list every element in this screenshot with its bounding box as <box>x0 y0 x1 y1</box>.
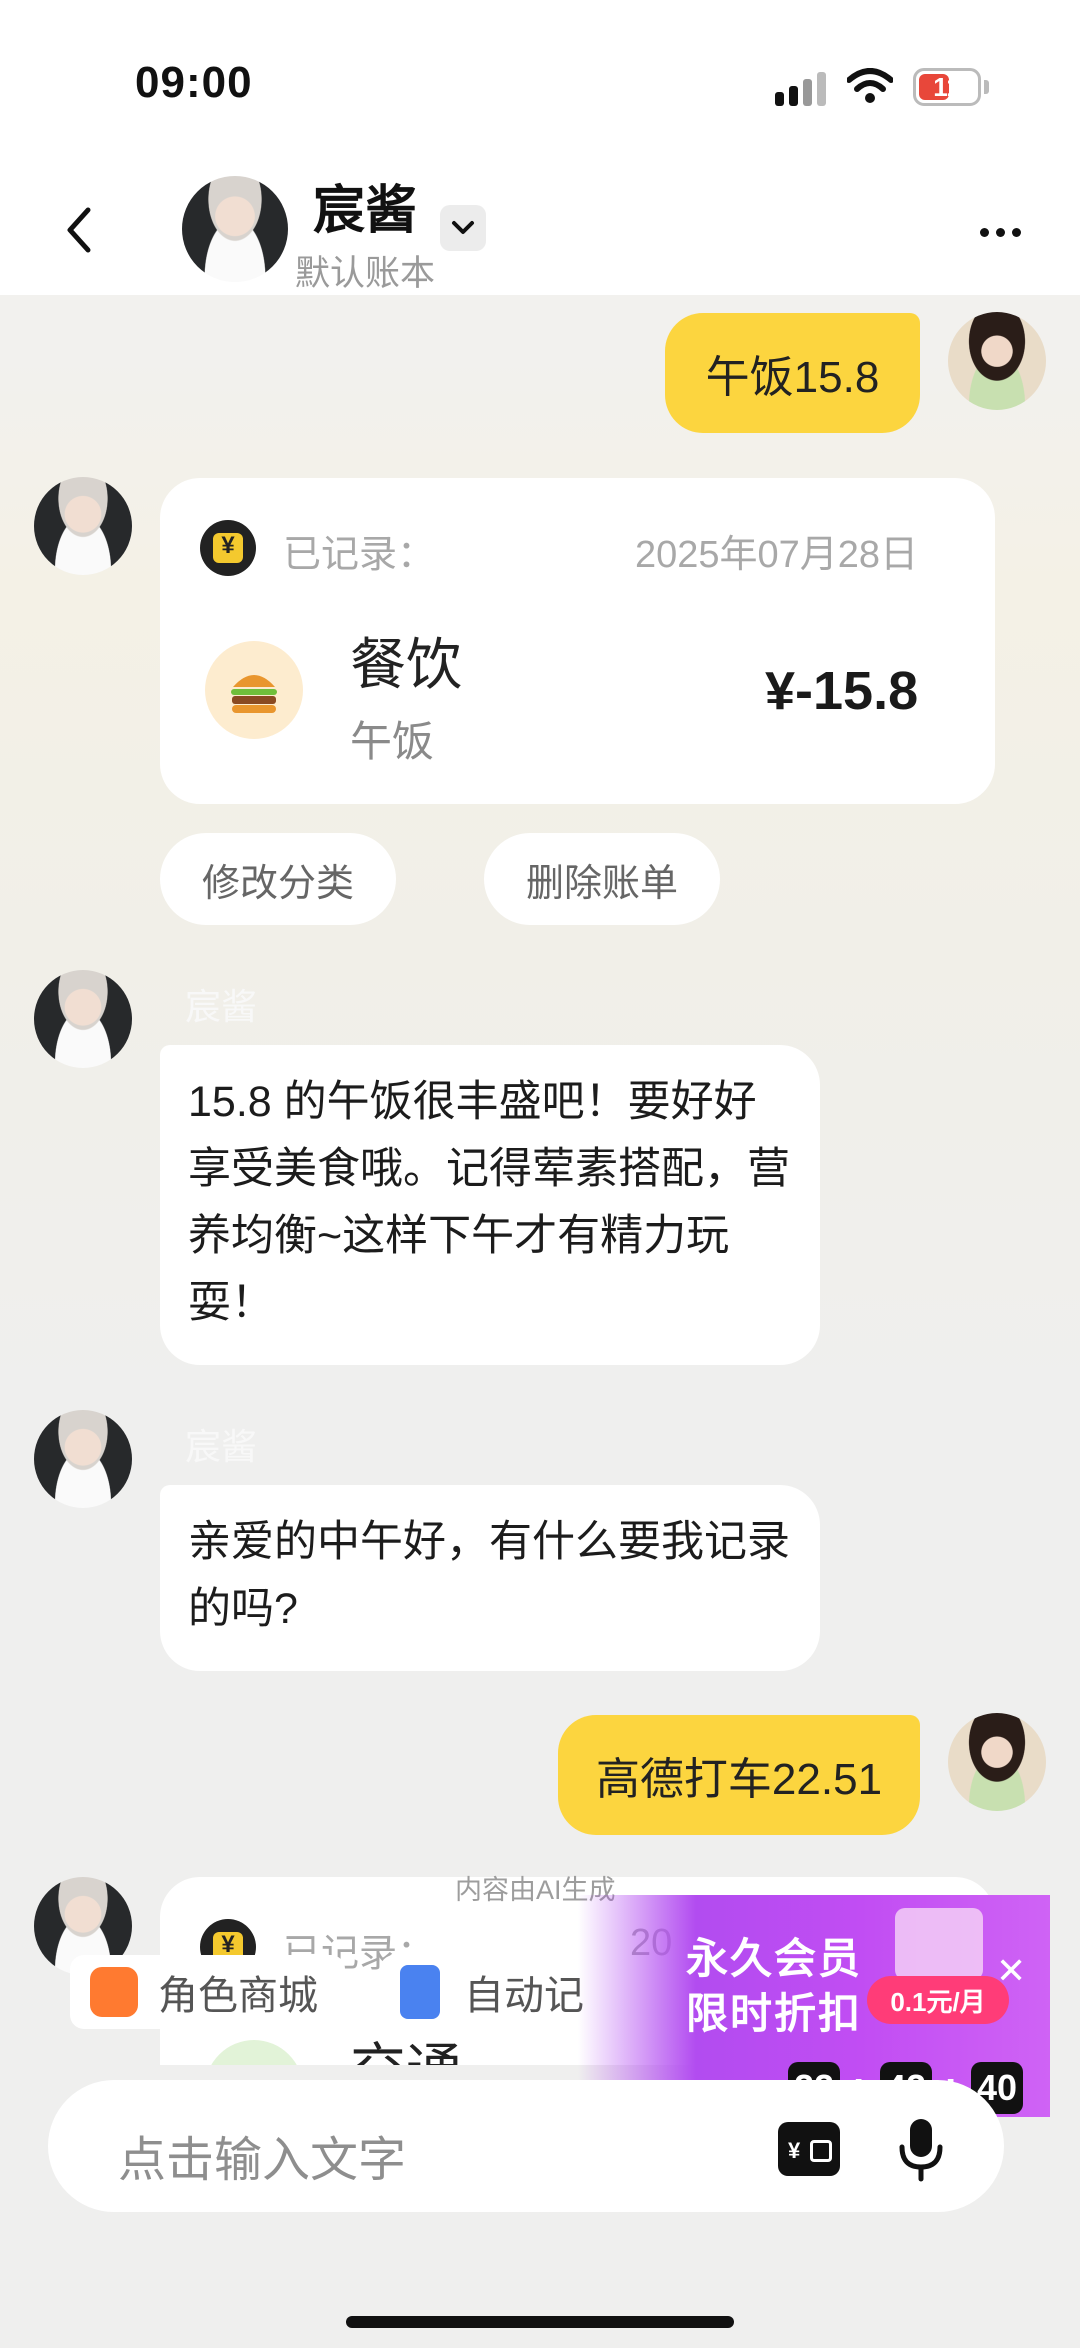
ai-avatar[interactable] <box>34 1410 132 1508</box>
signal-icon <box>775 72 827 106</box>
user-message: 午饭15.8 <box>665 313 920 433</box>
record-note: 午饭 <box>350 718 435 765</box>
book-icon <box>400 1965 440 2019</box>
header-avatar[interactable] <box>182 176 288 282</box>
chat-header <box>0 150 1080 295</box>
input-placeholder: 点击输入文字 <box>118 2134 407 2187</box>
battery-level: 11 <box>933 72 961 102</box>
ai-message: 15.8 的午饭很丰盛吧！要好好享受美食哦。记得荤素搭配，营养均衡~这样下午才有… <box>160 1045 820 1365</box>
burger-icon <box>205 641 303 739</box>
record-date: 2025年07月28日 <box>635 534 919 576</box>
role-store-button[interactable]: 角色商城 <box>70 1955 345 2029</box>
status-time: 09:00 <box>135 58 253 107</box>
record-amount: ¥-15.8 <box>765 661 919 721</box>
record-label: 已记录： <box>283 534 436 576</box>
edit-category-button[interactable]: 修改分类 <box>160 833 396 925</box>
ledger-name[interactable]: 默认账本 <box>295 245 435 296</box>
microphone-icon[interactable] <box>896 2117 946 2183</box>
ai-avatar[interactable] <box>34 477 132 575</box>
sender-name: 宸酱 <box>185 986 258 1027</box>
more-icon[interactable] <box>980 224 1028 242</box>
wifi-icon <box>847 68 893 103</box>
chevron-down-icon[interactable] <box>440 205 486 251</box>
sender-name: 宸酱 <box>185 1426 258 1467</box>
promo-title: 永久会员 <box>686 1935 863 1982</box>
coin-icon: ¥ <box>200 520 256 576</box>
user-avatar[interactable] <box>948 1713 1046 1811</box>
chat-title[interactable]: 宸酱 <box>313 168 417 243</box>
promo-subtitle: 限时折扣 <box>686 1990 863 2037</box>
wallet-icon[interactable]: ¥ <box>778 2122 840 2176</box>
home-indicator <box>346 2316 734 2328</box>
promo-price: 0.1元/月 <box>867 1976 1009 2024</box>
record-category: 交通 <box>350 2025 462 2065</box>
battery-icon: 11 <box>913 68 981 106</box>
gift-icon <box>895 1908 983 1980</box>
ai-avatar[interactable] <box>34 970 132 1068</box>
user-avatar[interactable] <box>948 312 1046 410</box>
battery-tip <box>984 80 989 94</box>
store-icon <box>90 1967 138 2017</box>
close-icon[interactable]: ✕ <box>996 1950 1026 1992</box>
ai-message: 亲爱的中午好，有什么要我记录的吗? <box>160 1485 820 1671</box>
user-message: 高德打车22.51 <box>558 1715 920 1835</box>
record-category: 餐饮 <box>350 633 462 696</box>
back-icon[interactable] <box>60 200 100 260</box>
delete-bill-button[interactable]: 删除账单 <box>484 833 720 925</box>
